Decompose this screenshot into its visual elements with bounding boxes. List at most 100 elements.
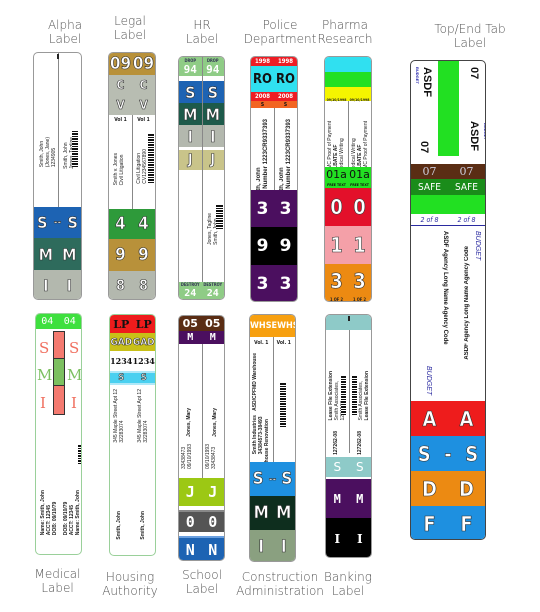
topend-band-s: S-S bbox=[411, 436, 485, 471]
medical-letter-i-left: I bbox=[40, 394, 46, 412]
pharma-code: 01a 01a bbox=[325, 167, 371, 182]
construction-top: WHSEWHSE bbox=[250, 315, 295, 337]
medical-color-bar bbox=[53, 331, 65, 415]
housing-name-left: Smith, John bbox=[116, 511, 122, 540]
construction-text-left: Smith Industries ASD/CPFMD Warehouse 3438… bbox=[252, 353, 264, 455]
label-divider bbox=[202, 57, 203, 299]
top-tick-mark bbox=[57, 54, 59, 59]
legal-label[interactable]: 09 09 CC VV Vol 1 Vol 1 Smith v. Jones Civi… bbox=[108, 52, 156, 300]
topend-budget-right: BUDGET bbox=[474, 231, 481, 261]
school-second: MM bbox=[179, 331, 224, 344]
medical-text-left: Name: Smith, John ACCT: 12345 DOB: 09/10/7… bbox=[40, 490, 58, 536]
legal-band-2: 99 bbox=[109, 239, 155, 271]
pharma-text-left: DMC Proof of Payment ALBATE AF Medical Wri… bbox=[327, 121, 345, 173]
label-divider bbox=[58, 53, 59, 207]
label-divider bbox=[349, 330, 350, 453]
legal-band-1: 44 bbox=[109, 209, 155, 239]
construction-label[interactable]: WHSEWHSE Vol. 1Vol. 1 Smith Industries A… bbox=[249, 314, 296, 562]
barcode bbox=[341, 375, 346, 415]
bar-segment-red bbox=[54, 386, 64, 414]
topend-code-right: ASDF bbox=[468, 121, 480, 151]
school-band-n: NN bbox=[179, 536, 224, 560]
pharma-band-2: 11 bbox=[325, 226, 371, 264]
school-label[interactable]: 05 05 MM Jones, Mary Jones, Mary 33438473… bbox=[178, 315, 225, 561]
legal-vol: Vol 1 Vol 1 bbox=[114, 117, 150, 123]
banking-id-left: 127262-08 bbox=[333, 431, 339, 455]
police-band-3: 33 bbox=[251, 265, 297, 301]
construction-band-m: MM bbox=[250, 496, 295, 530]
alpha-label[interactable]: Smith, John (Jones, Jane) 1234905 Smith, J… bbox=[33, 52, 82, 300]
barcode bbox=[216, 205, 223, 229]
caption-medical: Medical Label bbox=[34, 567, 81, 595]
police-band-1: 33 bbox=[251, 190, 297, 227]
caption-police: Police Department bbox=[243, 18, 317, 46]
housing-name-right: Smith, John bbox=[140, 511, 146, 540]
banking-band-s: SS bbox=[326, 455, 371, 479]
label-divider bbox=[274, 108, 275, 190]
pharma-stripe-cyan bbox=[325, 57, 371, 72]
topend-band-a: AA bbox=[411, 401, 485, 436]
banking-id-right: 127262-08 bbox=[357, 431, 363, 455]
construction-band-i: II bbox=[250, 530, 295, 561]
caption-hr: HR Label bbox=[185, 18, 219, 46]
medical-letter-s-right: S bbox=[69, 339, 80, 357]
caption-school: School Label bbox=[182, 568, 222, 596]
bar-segment-red bbox=[54, 332, 64, 359]
housing-address-right: 345 Maple Street Apt 12 32283074 bbox=[137, 389, 149, 443]
school-id-left: 33438473 09/10/1993 bbox=[181, 444, 193, 470]
legal-band-3: 88 bbox=[109, 271, 155, 299]
pharma-label[interactable]: 09/10/1998 09/10/1998 DMC Proof of Paymen… bbox=[324, 56, 372, 302]
topend-num-left: 07 bbox=[418, 141, 430, 154]
bar-segment-green bbox=[54, 358, 64, 387]
police-band-2: 99 bbox=[251, 227, 297, 265]
housing-label[interactable]: LP LP GAD GAD 1234 1234 SS 345 Maple Street… bbox=[109, 314, 156, 556]
medical-letter-m-left: M bbox=[37, 366, 53, 384]
medical-text-right: DOB: 09/10/79 ACCT: 12345 Name: Smith, Joh… bbox=[63, 490, 81, 536]
hr-bottom: 24 24 bbox=[179, 287, 224, 299]
construction-vol: Vol. 1 Vol. 1 bbox=[254, 339, 291, 346]
topend-band-d: DD bbox=[411, 471, 485, 506]
medical-label[interactable]: 04 04 S S M M I I Name: Smith, John ACCT: … bbox=[35, 313, 82, 555]
medical-letter-i-right: I bbox=[71, 394, 77, 412]
topend-budget-small-right: BUDGET bbox=[483, 123, 486, 140]
label-divider bbox=[132, 115, 133, 209]
topend-safe: SAFE SAFE bbox=[411, 179, 485, 195]
alpha-text-left: Smith, John (Jones, Jane) 1234905 bbox=[39, 137, 57, 168]
topend-brown-nums: 07 07 bbox=[411, 164, 485, 179]
medical-top: 04 04 bbox=[36, 314, 81, 329]
caption-alpha: Alpha Label bbox=[47, 18, 83, 46]
topend-budget-small-left: BUDGET bbox=[415, 67, 420, 84]
caption-pharma: Pharma Research bbox=[317, 18, 373, 46]
banking-text-right: Smith Associates, Lease File Extension bbox=[358, 371, 370, 421]
legal-text-left: Smith v. Jones Civil Litigation bbox=[113, 153, 125, 186]
topend-page: 2 of 82 of 8 bbox=[411, 215, 485, 226]
barcode bbox=[148, 133, 154, 183]
top-tick-mark bbox=[348, 316, 350, 321]
alpha-band-2: MM bbox=[34, 238, 81, 270]
topend-label[interactable]: ASDF BUDGET 07 07 ASDF BUDGET 07 07 SAFE S… bbox=[410, 60, 486, 540]
banking-band-m: MM bbox=[326, 479, 371, 518]
hr-label[interactable]: DROP DROP 94 94 SS MM II JJ Jones, Tagline… bbox=[178, 56, 225, 300]
barcode bbox=[280, 383, 286, 427]
pharma-stripe-green bbox=[325, 72, 371, 87]
housing-address-left: 345 Maple Street Apt 12 32283074 bbox=[113, 389, 125, 443]
barcode bbox=[72, 131, 78, 167]
label-divider bbox=[348, 101, 349, 167]
police-top-year: 1998 1998 bbox=[251, 57, 297, 66]
housing-code: GAD GAD bbox=[110, 333, 155, 351]
legal-code-c: CC bbox=[109, 75, 155, 95]
medical-letter-s-left: S bbox=[39, 339, 50, 357]
pharma-footer: 1 OF 21 OF 2 bbox=[329, 296, 367, 302]
police-year2: 2008 2008 bbox=[251, 92, 297, 101]
legal-text-right: Civil Litigation CV1234567890 bbox=[136, 149, 148, 184]
caption-topend: Top/End Tab Label bbox=[434, 22, 506, 50]
banking-label[interactable]: Lease File ExtensionSmith Associates,123… bbox=[325, 314, 372, 558]
police-label[interactable]: 1998 1998 RO RO 2008 2008 SS Smith, John Ref… bbox=[250, 56, 298, 302]
label-divider bbox=[273, 337, 274, 462]
housing-small: SS bbox=[110, 371, 155, 385]
alpha-band-1: S -- S bbox=[34, 207, 81, 238]
pharma-band-1: 00 bbox=[325, 188, 371, 226]
topend-green-block bbox=[438, 61, 459, 156]
topend-code-left: ASDF bbox=[421, 67, 433, 97]
caption-construction: Construction Administration bbox=[236, 570, 324, 598]
